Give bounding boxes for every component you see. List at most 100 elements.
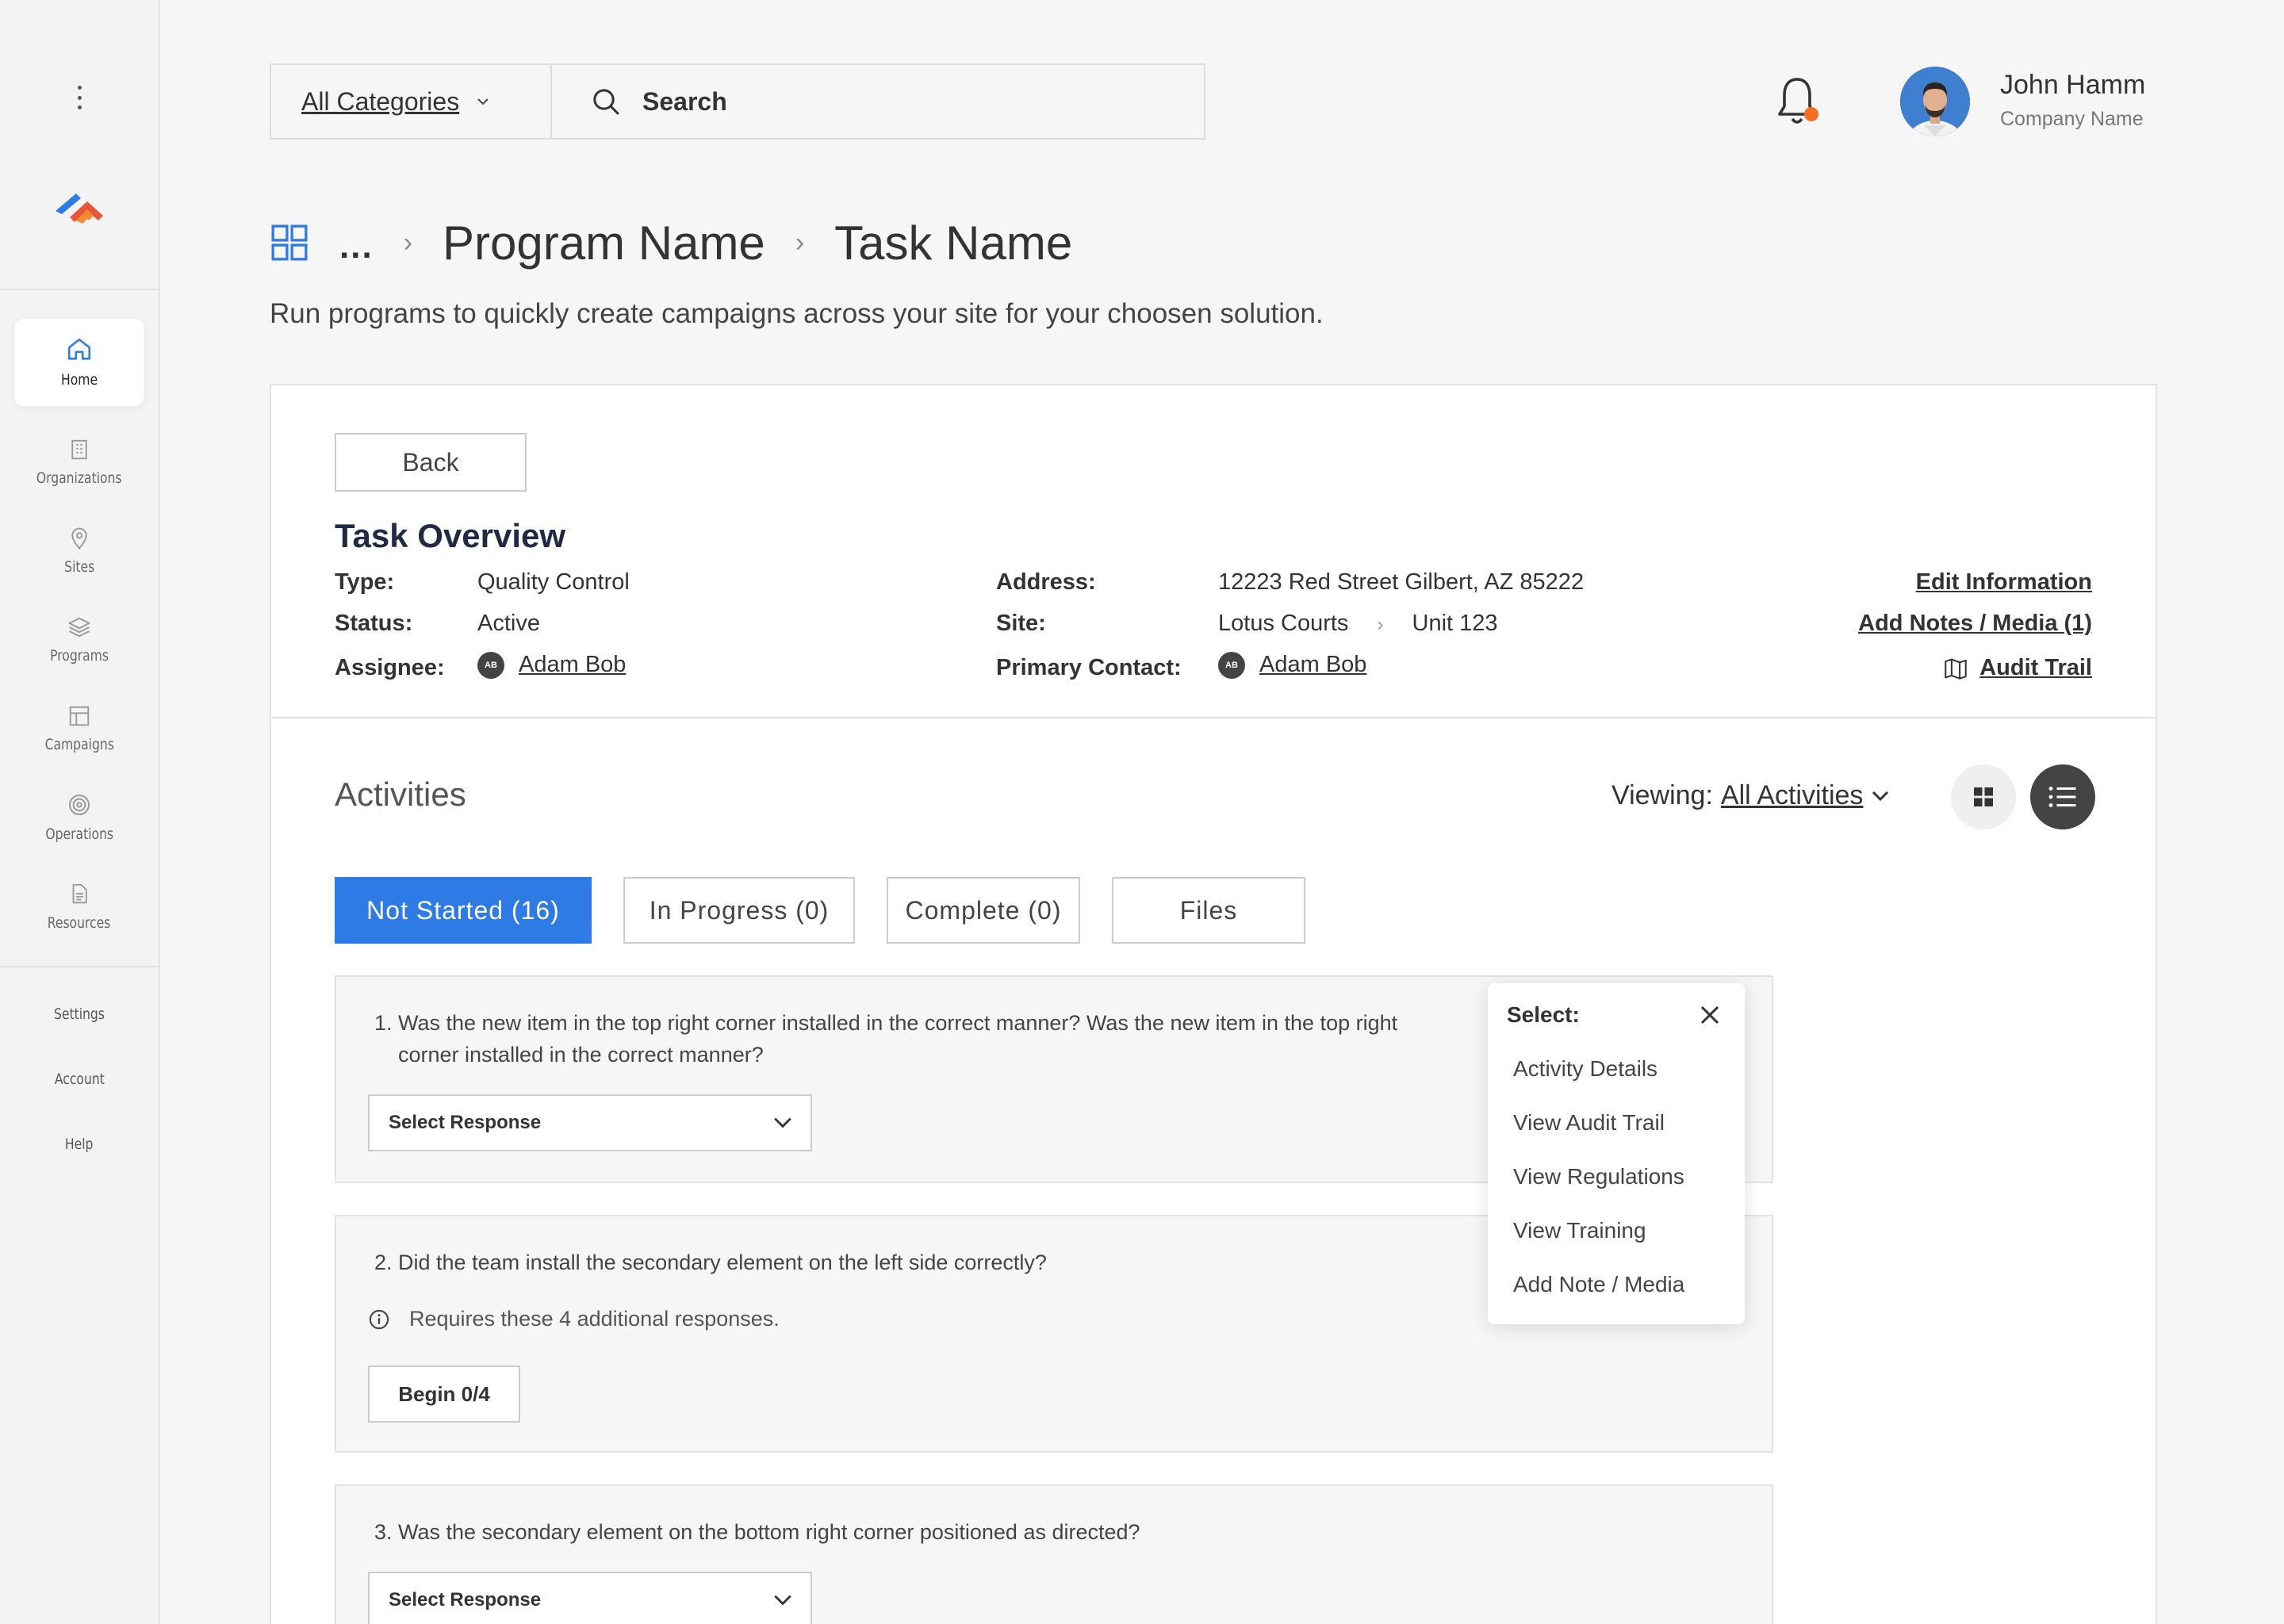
breadcrumb-program[interactable]: Program Name — [443, 216, 765, 270]
breadcrumb-ellipsis[interactable]: ... — [339, 227, 374, 266]
viewing-filter[interactable]: Viewing: All Activities — [1611, 780, 1890, 811]
sidebar-item-campaigns[interactable]: Campaigns — [14, 685, 144, 772]
menu-item-activity-details[interactable]: Activity Details — [1513, 1056, 1657, 1082]
select-response-dropdown[interactable]: Select Response — [368, 1094, 812, 1151]
requirements-note: Requires these 4 additional responses. — [368, 1307, 780, 1331]
sidebar-item-operations[interactable]: Operations — [14, 774, 144, 861]
select-label: Select Response — [389, 1589, 542, 1611]
category-dropdown[interactable]: All Categories — [271, 65, 552, 138]
section-divider — [271, 717, 2156, 718]
audit-trail-label: Audit Trail — [1979, 655, 2092, 680]
list-view-button[interactable] — [2030, 764, 2095, 829]
tab-in-progress[interactable]: In Progress (0) — [623, 877, 855, 944]
sidebar-item-sites[interactable]: Sites — [14, 508, 144, 595]
chevron-right-icon: › — [1377, 614, 1384, 635]
target-icon — [69, 795, 90, 815]
activity-options-menu: Select: Activity Details View Audit Trai… — [1488, 983, 1745, 1324]
list-view-icon — [2048, 787, 2076, 807]
question-text-cont: corner installed in the correct manner? — [398, 1043, 764, 1067]
sidebar-divider — [0, 966, 159, 967]
sidebar-item-label: Sites — [63, 558, 95, 576]
sidebar-item-programs[interactable]: Programs — [14, 596, 144, 684]
page-subtitle: Run programs to quickly create campaigns… — [270, 298, 1324, 329]
category-label: All Categories — [301, 86, 460, 116]
close-button[interactable] — [1694, 999, 1726, 1031]
sidebar: Home Organizations Sites Programs Campai… — [0, 0, 160, 1624]
user-name[interactable]: John Hamm — [2000, 70, 2145, 101]
tab-not-started[interactable]: Not Started (16) — [335, 877, 592, 944]
sidebar-item-label: Campaigns — [44, 736, 114, 753]
layers-icon — [68, 617, 90, 638]
settings-link[interactable]: Settings — [0, 1005, 159, 1023]
question-text: 1. Was the new item in the top right cor… — [374, 1011, 1398, 1035]
user-company: Company Name — [2000, 108, 2144, 130]
status-label: Status: — [335, 611, 413, 636]
sidebar-item-label: Organizations — [36, 469, 122, 487]
grid-view-button[interactable] — [1951, 764, 2016, 829]
map-pin-icon — [71, 527, 87, 550]
activity-card: 3. Was the secondary element on the bott… — [335, 1484, 1773, 1624]
assignee-avatar: AB — [477, 652, 504, 680]
address-value: 12223 Red Street Gilbert, AZ 85222 — [1218, 569, 1585, 595]
begin-button[interactable]: Begin 0/4 — [368, 1365, 520, 1423]
site-name: Lotus Courts — [1218, 611, 1349, 636]
building-icon — [71, 439, 87, 460]
help-link[interactable]: Help — [0, 1136, 159, 1153]
bell-icon — [1778, 78, 1818, 124]
sidebar-item-label: Home — [60, 371, 98, 389]
more-menu-icon[interactable] — [71, 86, 87, 109]
chevron-right-icon: › — [403, 227, 413, 258]
search-input[interactable]: Search — [552, 65, 1204, 138]
menu-item-view-audit-trail[interactable]: View Audit Trail — [1513, 1110, 1665, 1136]
assignee-link[interactable]: Adam Bob — [519, 652, 626, 677]
grid-icon[interactable] — [270, 223, 309, 262]
site-unit: Unit 123 — [1412, 611, 1498, 636]
sidebar-item-home[interactable]: Home — [14, 319, 144, 406]
menu-item-add-note-media[interactable]: Add Note / Media — [1513, 1272, 1684, 1297]
task-panel: Back Task Overview Type: Quality Control… — [270, 384, 2157, 1624]
audit-trail-link[interactable]: Audit Trail — [1943, 655, 2092, 681]
sidebar-item-label: Operations — [45, 825, 113, 843]
search-bar: All Categories Search — [270, 63, 1205, 140]
search-placeholder: Search — [642, 86, 727, 116]
select-response-dropdown[interactable]: Select Response — [368, 1572, 812, 1624]
sidebar-item-organizations[interactable]: Organizations — [14, 419, 144, 506]
type-value: Quality Control — [477, 569, 630, 595]
tab-files[interactable]: Files — [1112, 877, 1305, 944]
notification-button[interactable] — [1773, 75, 1821, 128]
breadcrumb: ... › Program Name › Task Name — [270, 213, 1072, 273]
sidebar-divider — [0, 289, 159, 290]
search-icon — [593, 89, 619, 115]
address-label: Address: — [996, 569, 1096, 595]
chevron-right-icon: › — [795, 227, 805, 258]
status-value: Active — [477, 611, 540, 636]
primary-contact: AB Adam Bob — [1218, 652, 1366, 680]
add-notes-media-link[interactable]: Add Notes / Media (1) — [1858, 611, 2092, 637]
chevron-down-icon — [477, 98, 489, 105]
menu-item-view-regulations[interactable]: View Regulations — [1513, 1164, 1684, 1189]
menu-item-view-training[interactable]: View Training — [1513, 1218, 1646, 1243]
assignee-label: Assignee: — [335, 655, 445, 680]
notification-dot — [1804, 107, 1818, 121]
edit-information-link[interactable]: Edit Information — [1916, 569, 2092, 596]
account-link[interactable]: Account — [0, 1071, 159, 1088]
close-icon — [1700, 1005, 1719, 1025]
select-label: Select Response — [389, 1112, 542, 1133]
document-icon — [72, 883, 87, 904]
contact-avatar: AB — [1218, 652, 1245, 680]
task-overview-title: Task Overview — [335, 517, 566, 554]
sidebar-item-resources[interactable]: Resources — [14, 863, 144, 950]
assignee: AB Adam Bob — [477, 652, 626, 680]
site-value: Lotus Courts › Unit 123 — [1218, 611, 1498, 637]
info-icon — [369, 1309, 389, 1329]
chevron-down-icon — [1872, 791, 1889, 801]
viewing-label: Viewing: — [1611, 780, 1713, 810]
contact-link[interactable]: Adam Bob — [1259, 652, 1366, 677]
avatar[interactable] — [1900, 67, 1970, 136]
menu-title: Select: — [1507, 1002, 1580, 1027]
chevron-down-icon — [774, 1595, 791, 1606]
logo — [52, 189, 106, 225]
site-label: Site: — [996, 611, 1046, 636]
back-button[interactable]: Back — [335, 433, 527, 492]
tab-complete[interactable]: Complete (0) — [887, 877, 1080, 944]
